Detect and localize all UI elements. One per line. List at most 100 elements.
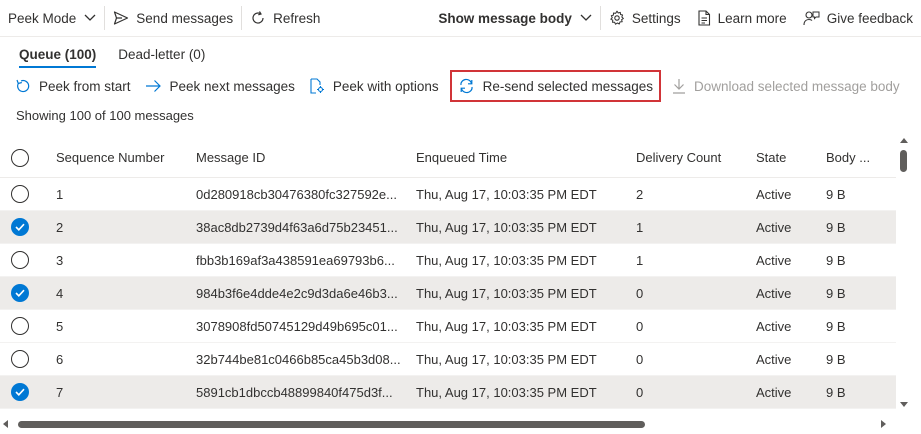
scroll-down-arrow[interactable] — [900, 402, 908, 407]
cell-state: Active — [756, 318, 792, 334]
row-checkbox-checked[interactable] — [10, 283, 30, 303]
settings-button[interactable]: Settings — [601, 0, 689, 37]
learn-more-link[interactable]: Learn more — [689, 0, 795, 37]
select-all-checkbox[interactable] — [10, 148, 30, 168]
cell-message-id: 38ac8db2739d4f63a6d75b23451... — [196, 219, 398, 235]
vertical-scrollbar[interactable] — [897, 138, 911, 410]
cell-state: Active — [756, 186, 792, 202]
download-icon — [672, 78, 686, 94]
refresh-button[interactable]: Refresh — [242, 0, 328, 37]
column-header-body-size[interactable]: Body ... — [826, 150, 886, 165]
rotate-left-icon — [15, 78, 31, 94]
message-actions-bar: Peek from start Peek next messages Peek … — [8, 69, 907, 103]
column-header-enqueued-time[interactable]: Enqueued Time — [416, 150, 626, 165]
cell-message-id: 5891cb1dbccb48899840f475d3f... — [196, 384, 393, 400]
cell-body-size: 9 B — [826, 384, 846, 400]
column-header-state[interactable]: State — [756, 150, 821, 165]
give-feedback-label: Give feedback — [826, 10, 913, 26]
row-checkbox-checked[interactable] — [10, 217, 30, 237]
cell-delivery-count: 0 — [636, 285, 644, 301]
scroll-up-arrow[interactable] — [900, 138, 908, 143]
learn-more-label: Learn more — [717, 10, 787, 26]
cell-enqueued-time: Thu, Aug 17, 10:03:35 PM EDT — [416, 351, 597, 367]
cell-delivery-count: 2 — [636, 186, 644, 202]
cell-sequence-number: 3 — [56, 252, 64, 268]
resend-selected-messages-button[interactable]: Re-send selected messages — [449, 70, 662, 102]
cell-enqueued-time: Thu, Aug 17, 10:03:35 PM EDT — [416, 384, 597, 400]
download-message-body-label: Download selected message body — [694, 78, 900, 94]
cell-enqueued-time: Thu, Aug 17, 10:03:35 PM EDT — [416, 186, 597, 202]
peek-from-start-label: Peek from start — [39, 78, 131, 94]
tab-queue[interactable]: Queue (100) — [8, 40, 107, 68]
cell-body-size: 9 B — [826, 186, 846, 202]
row-checkbox[interactable] — [10, 349, 30, 369]
cell-sequence-number: 1 — [56, 186, 64, 202]
cell-enqueued-time: Thu, Aug 17, 10:03:35 PM EDT — [416, 219, 597, 235]
options-icon — [309, 78, 325, 94]
cell-delivery-count: 1 — [636, 219, 644, 235]
send-messages-label: Send messages — [136, 10, 234, 26]
cell-state: Active — [756, 285, 792, 301]
cell-state: Active — [756, 219, 792, 235]
scroll-left-arrow[interactable] — [3, 420, 8, 428]
cell-message-id: 984b3f6e4dde4e2c9d3da6e46b3... — [196, 285, 398, 301]
cell-body-size: 9 B — [826, 285, 846, 301]
cell-sequence-number: 7 — [56, 384, 64, 400]
cell-state: Active — [756, 351, 792, 367]
column-header-delivery-count[interactable]: Delivery Count — [636, 150, 746, 165]
table-row[interactable]: 3 fbb3b169af3a438591ea69793b6... Thu, Aug … — [0, 244, 896, 277]
row-checkbox[interactable] — [10, 316, 30, 336]
row-checkbox[interactable] — [10, 250, 30, 270]
cell-delivery-count: 0 — [636, 384, 644, 400]
person-feedback-icon — [803, 10, 820, 26]
peek-with-options-button[interactable]: Peek with options — [302, 69, 446, 103]
cell-body-size: 9 B — [826, 219, 846, 235]
peek-mode-dropdown[interactable]: Peek Mode — [0, 0, 104, 37]
grid-header-row: Sequence Number Message ID Enqueued Time… — [0, 138, 896, 178]
cell-enqueued-time: Thu, Aug 17, 10:03:35 PM EDT — [416, 252, 597, 268]
peek-mode-label: Peek Mode — [8, 10, 77, 26]
peek-next-messages-button[interactable]: Peek next messages — [138, 69, 302, 103]
scroll-right-arrow[interactable] — [881, 420, 886, 428]
show-message-body-dropdown[interactable]: Show message body — [430, 0, 600, 37]
show-message-body-label: Show message body — [438, 10, 572, 26]
horizontal-scroll-thumb[interactable] — [18, 421, 645, 428]
column-header-sequence[interactable]: Sequence Number — [56, 150, 186, 165]
tab-dead-letter[interactable]: Dead-letter (0) — [107, 40, 216, 68]
row-checkbox[interactable] — [10, 184, 30, 204]
chevron-down-icon — [580, 14, 592, 22]
table-row[interactable]: 7 5891cb1dbccb48899840f475d3f... Thu, Aug … — [0, 376, 896, 409]
refresh-icon — [250, 10, 266, 26]
give-feedback-button[interactable]: Give feedback — [795, 0, 921, 37]
cell-message-id: fbb3b169af3a438591ea69793b6... — [196, 252, 395, 268]
send-messages-button[interactable]: Send messages — [105, 0, 241, 37]
cell-sequence-number: 2 — [56, 219, 64, 235]
row-checkbox-checked[interactable] — [10, 382, 30, 402]
peek-from-start-button[interactable]: Peek from start — [8, 69, 138, 103]
arrow-right-icon — [145, 79, 162, 93]
cell-message-id: 32b744be81c0466b85ca45b3d08... — [196, 351, 401, 367]
refresh-label: Refresh — [273, 10, 321, 26]
column-header-message-id[interactable]: Message ID — [196, 150, 401, 165]
cell-delivery-count: 1 — [636, 252, 644, 268]
cell-delivery-count: 0 — [636, 318, 644, 334]
messages-grid: Sequence Number Message ID Enqueued Time… — [0, 138, 896, 410]
message-count-status: Showing 100 of 100 messages — [16, 108, 194, 123]
settings-label: Settings — [631, 10, 681, 26]
chevron-down-icon — [84, 14, 96, 22]
table-row[interactable]: 2 38ac8db2739d4f63a6d75b23451... Thu, Aug … — [0, 211, 896, 244]
queue-tabs: Queue (100) Dead-letter (0) — [0, 40, 216, 68]
download-message-body-button[interactable]: Download selected message body — [665, 69, 907, 103]
cell-body-size: 9 B — [826, 318, 846, 334]
cell-body-size: 9 B — [826, 252, 846, 268]
horizontal-scrollbar[interactable] — [0, 417, 896, 431]
table-row[interactable]: 6 32b744be81c0466b85ca45b3d08... Thu, Aug … — [0, 343, 896, 376]
table-row[interactable]: 5 3078908fd50745129d49b695c01... Thu, Aug … — [0, 310, 896, 343]
cell-state: Active — [756, 252, 792, 268]
cell-message-id: 3078908fd50745129d49b695c01... — [196, 318, 398, 334]
table-row[interactable]: 4 984b3f6e4dde4e2c9d3da6e46b3... Thu, Aug … — [0, 277, 896, 310]
table-row[interactable]: 1 0d280918cb30476380fc327592e... Thu, Aug … — [0, 178, 896, 211]
document-icon — [697, 10, 711, 26]
vertical-scroll-thumb[interactable] — [900, 150, 907, 172]
cell-sequence-number: 5 — [56, 318, 64, 334]
